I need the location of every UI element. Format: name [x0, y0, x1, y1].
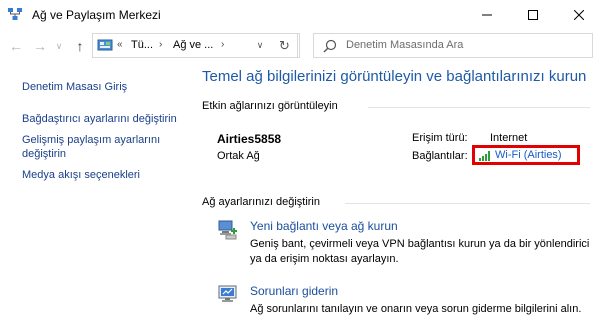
- access-type-value: Internet: [490, 132, 528, 144]
- back-arrow-icon[interactable]: ←: [7, 37, 25, 55]
- sidebar: Denetim Masası Giriş Bağdaştırıcı ayarla…: [0, 63, 195, 334]
- troubleshoot-icon[interactable]: [217, 283, 239, 305]
- connection-link-text[interactable]: Wi-Fi (Airties): [495, 149, 562, 161]
- control-panel-icon: [97, 38, 113, 53]
- new-connection-description: Geniş bant, çevirmeli veya VPN bağlantıs…: [250, 238, 590, 250]
- up-arrow-icon[interactable]: ↑: [71, 37, 89, 55]
- active-networks-heading: Etkin ağlarınızı görüntüleyin: [202, 100, 338, 112]
- address-dropdown-icon[interactable]: ∨: [250, 33, 270, 58]
- new-connection-link[interactable]: Yeni bağlantı veya ağ kurun: [250, 219, 398, 233]
- network-name: Airties5858: [217, 132, 282, 146]
- wifi-connection-link[interactable]: Wi-Fi (Airties): [472, 145, 580, 165]
- navigation-bar: ← → ∨ ↑ « Tü... › Ağ ve ... › ∨ ↻ Deneti…: [0, 29, 600, 63]
- search-placeholder: Denetim Masasında Ara: [346, 39, 464, 51]
- network-type[interactable]: Ortak Ağ: [217, 150, 260, 162]
- wifi-signal-icon: [479, 150, 492, 161]
- minimize-button[interactable]: [464, 0, 510, 29]
- breadcrumb-item[interactable]: Tü...: [131, 39, 153, 51]
- connections-label: Bağlantılar:: [412, 150, 468, 162]
- breadcrumb-item[interactable]: Ağ ve ...: [173, 39, 213, 51]
- sidebar-item-advanced-sharing-cont[interactable]: değiştirin: [22, 147, 66, 161]
- new-connection-description: ya da erişim noktası ayarlayın.: [250, 253, 399, 265]
- network-center-icon: [7, 7, 23, 21]
- section-divider: [368, 107, 590, 108]
- new-connection-icon[interactable]: [217, 218, 239, 240]
- search-icon: [323, 39, 337, 53]
- troubleshoot-description: Ağ sorunlarını tanılayın ve onarın veya …: [250, 303, 582, 315]
- recent-locations-chevron-icon[interactable]: ∨: [53, 37, 65, 55]
- sidebar-item-advanced-sharing[interactable]: Gelişmiş paylaşım ayarlarını: [22, 133, 160, 147]
- section-divider: [345, 203, 590, 204]
- close-button[interactable]: [556, 0, 600, 29]
- page-title: Temel ağ bilgilerinizi görüntüleyin ve b…: [202, 68, 587, 85]
- change-settings-heading: Ağ ayarlarınızı değiştirin: [202, 196, 320, 208]
- access-type-label: Erişim türü:: [412, 132, 468, 144]
- window-title: Ağ ve Paylaşım Merkezi: [32, 8, 161, 22]
- search-input[interactable]: Denetim Masasında Ara: [313, 33, 593, 58]
- refresh-button[interactable]: ↻: [272, 33, 298, 58]
- troubleshoot-link[interactable]: Sorunları giderin: [250, 284, 338, 298]
- sidebar-item-media-streaming[interactable]: Medya akışı seçenekleri: [22, 168, 140, 182]
- title-bar: Ağ ve Paylaşım Merkezi: [0, 0, 600, 29]
- sidebar-item-adapter-settings[interactable]: Bağdaştırıcı ayarlarını değiştirin: [22, 112, 177, 126]
- breadcrumb-separator-icon[interactable]: ›: [221, 39, 224, 50]
- forward-arrow-icon[interactable]: →: [31, 37, 49, 55]
- breadcrumb-overflow-icon[interactable]: «: [117, 39, 123, 50]
- breadcrumb-separator-icon[interactable]: ›: [159, 39, 162, 50]
- maximize-button[interactable]: [510, 0, 556, 29]
- sidebar-item-control-panel-home[interactable]: Denetim Masası Giriş: [22, 80, 127, 94]
